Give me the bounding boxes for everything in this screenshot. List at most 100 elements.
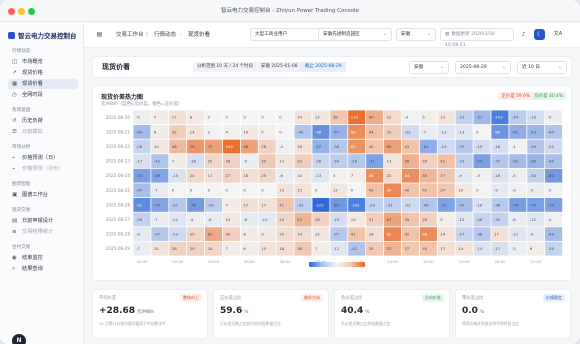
region-select[interactable]: 大型工商业用户⌄	[250, 28, 326, 41]
sidebar: 智云电力交易控制台 行情动态 ◫ 市场概览 ↗ 现货价格 ▦ 现货价看 ◷ 全网时段 负荷复盘 ↺ 历…	[0, 22, 84, 344]
heatmap-cell-value: 67	[387, 217, 392, 222]
heatmap-cell-value: -18	[190, 159, 197, 164]
heatmap-cell-value: 90	[387, 188, 392, 193]
province-select[interactable]: 安徽 ⌄	[396, 28, 436, 41]
heatmap-cell-value: 28	[422, 217, 427, 222]
heatmap-cell-value: 35	[369, 246, 374, 251]
kpi-value: 0.0%	[462, 306, 484, 316]
sidebar-item[interactable]: ≡ 交易结果统计	[8, 227, 78, 237]
heatmap-cell-value: -17	[494, 246, 501, 251]
forecast-icon: ⌁	[12, 155, 16, 161]
kpi-badge: 偏多方向	[301, 294, 323, 302]
heatmap-hour-label: 08:00	[280, 259, 292, 264]
breadcrumb-2[interactable]: 行情动态	[154, 22, 176, 48]
heatmap-cell-value: -5	[243, 159, 247, 164]
avatar[interactable]: N	[12, 334, 26, 344]
date-to-pill: 截止 2025-08-29	[301, 62, 346, 72]
heatmap-cell-value: -5	[136, 115, 140, 120]
province-select-value: 安徽	[401, 32, 411, 37]
header-days-select[interactable]: 近 10 日 ⌄	[517, 61, 567, 74]
forecast-icon: ⌁	[12, 166, 16, 172]
heatmap-cell-value: -6	[279, 173, 283, 178]
sidebar-item[interactable]: ▣ 图谱工作台	[8, 190, 78, 200]
heatmap-cell-value: 53	[297, 217, 302, 222]
sidebar-item[interactable]: ☰ 日前模拟	[8, 127, 78, 137]
chevron-down-icon: ⌄	[426, 31, 431, 37]
heatmap-cell-value: -6	[512, 217, 516, 222]
heatmap-cell-value: 28	[422, 159, 427, 164]
heatmap-cell-value: 10	[297, 173, 302, 178]
heatmap-row-label: 2025-08-29	[106, 246, 131, 251]
heatmap-cell-value: -13	[315, 173, 322, 178]
heatmap-cell-value: -102	[351, 202, 360, 207]
heatmap-cell-value: 33	[297, 159, 302, 164]
heatmap-cell-value: 25	[190, 232, 195, 237]
trend-icon: ↗	[12, 70, 17, 76]
sidebar-item[interactable]: ◉ 结单监控	[8, 253, 78, 263]
heatmap-cell-value: -9	[458, 173, 462, 178]
kpi-note: 正价差天数占比较大的时段数量占比	[220, 321, 281, 326]
bell-icon[interactable]: ♪	[518, 29, 529, 40]
heatmap-cell-value: 24	[190, 173, 195, 178]
sidebar-item[interactable]: ▤ 日前申报设计	[8, 216, 78, 226]
sidebar-item[interactable]: ◷ 全网时段	[8, 90, 78, 100]
heatmap-cell-value: -8	[208, 217, 212, 222]
heatmap-cell-value: -33	[297, 202, 304, 207]
heatmap-cell-value: 15	[279, 188, 284, 193]
heatmap-cell-value: -37	[458, 144, 465, 149]
heatmap-cell-value: -12	[440, 129, 447, 134]
sidebar-item[interactable]: ↗ 现货价格	[8, 68, 78, 78]
heatmap-cell-value: 48	[172, 144, 177, 149]
date-from-pill: 安徽 2025-01-08	[257, 62, 302, 72]
heatmap-cell-value: 41	[279, 202, 284, 207]
heatmap-cell-value: -19	[476, 144, 483, 149]
heatmap-cell-value: 12	[315, 232, 320, 237]
grid-icon: ▦	[12, 81, 18, 87]
kpi-number: 40.4	[341, 306, 364, 316]
zone-select[interactable]: 安徽先进制造园区 ⌄	[318, 28, 392, 41]
heatmap-cell-value: -44	[548, 159, 555, 164]
heatmap-cell-value: 38	[333, 115, 338, 120]
breadcrumb-1[interactable]: 交易工作台	[116, 22, 144, 48]
range-pill: 分析范围 10 天 / 24 个时段	[193, 62, 258, 72]
heatmap-cell-value: -74	[136, 173, 143, 178]
heatmap-cell-value: -12	[458, 217, 465, 222]
heatmap-cell-value: 110	[351, 115, 359, 120]
heatmap-cell-value: 13	[279, 159, 284, 164]
heatmap-cell-value: -34	[512, 115, 519, 120]
heatmap-cell-value: 17	[440, 246, 445, 251]
kpi-card: 正价差占比 偏多方向 59.6% 正价差天数占比较大的时段数量占比	[213, 289, 329, 339]
header-date-select[interactable]: 2025-08-29 ⌄	[455, 61, 511, 74]
heatmap-cell-value: 22	[387, 115, 392, 120]
header-days-value: 近 10 日	[522, 65, 540, 70]
heatmap-cell-value: 17	[172, 115, 177, 120]
breadcrumb-3[interactable]: 现货价看	[188, 22, 210, 48]
chevron-down-icon: ⌄	[439, 64, 444, 70]
header-date-value: 2025-08-29	[460, 65, 487, 70]
heatmap-cell-value: -49	[548, 232, 555, 237]
heatmap-cell-value: -78	[190, 202, 197, 207]
sidebar-item[interactable]: ▦ 现货价看	[8, 79, 78, 89]
sidebar-toggle-icon[interactable]: ▤	[94, 29, 105, 40]
top-bar: ▤ 交易工作台 | 行情动态 › 现货价看 大型工商业用户⌄ 安徽先进制造园区⌄…	[84, 22, 580, 48]
sidebar-item[interactable]: ◫ 市场概览	[8, 57, 78, 67]
heatmap-cell-value: 28	[172, 246, 177, 251]
heatmap-cell-value: -5	[512, 246, 516, 251]
heatmap-cell-value: 12	[315, 115, 320, 120]
sidebar-item[interactable]: ⌁ 价格预测（月份）	[8, 164, 78, 174]
heatmap-cell-value: -47	[136, 188, 143, 193]
heatmap-cell-value: 56	[405, 159, 410, 164]
theme-moon-icon[interactable]: ☾	[534, 29, 545, 40]
doc-icon: ☰	[12, 129, 17, 135]
heatmap-cell-value: 10	[458, 188, 463, 193]
sidebar-item[interactable]: ⌁ 价格预测（日）	[8, 153, 78, 163]
sidebar-item[interactable]: ↺ 历史负荷	[8, 116, 78, 126]
app-window: 智云电力交易控制台 - Zhiyun Power Trading Console…	[0, 0, 580, 344]
sidebar-item[interactable]: ⌕ 结果查询	[8, 264, 78, 274]
heatmap-cell-value: 17	[494, 232, 499, 237]
header-province-select[interactable]: 安徽 ⌄	[409, 61, 449, 74]
language-button[interactable]: 文A	[550, 29, 566, 40]
heatmap-cell-value: -14	[476, 246, 483, 251]
heatmap-cell-value: 28	[226, 159, 231, 164]
kpi-badge: 整体向上	[180, 294, 202, 302]
